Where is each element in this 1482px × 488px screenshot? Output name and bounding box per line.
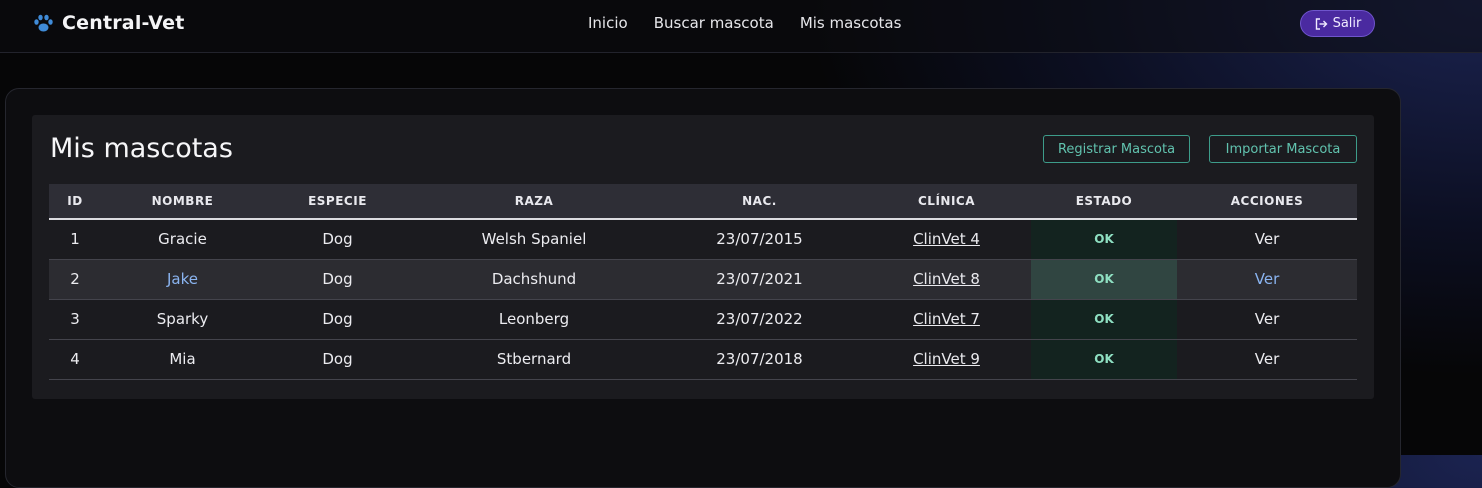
cell-actions: Ver xyxy=(1177,259,1357,300)
header-id: ID xyxy=(49,184,101,220)
nav-link-buscar-mascota[interactable]: Buscar mascota xyxy=(654,14,774,32)
view-button[interactable]: Ver xyxy=(1255,230,1280,248)
header-clinica: CLÍNICA xyxy=(862,184,1031,220)
header-nombre: NOMBRE xyxy=(101,184,264,220)
header-raza: RAZA xyxy=(411,184,657,220)
cell-breed: Leonberg xyxy=(411,299,657,340)
header-nac: NAC. xyxy=(657,184,862,220)
pets-table: ID NOMBRE ESPECIE RAZA NAC. CLÍNICA ESTA… xyxy=(49,184,1357,380)
status-badge: OK xyxy=(1031,219,1177,260)
cell-breed: Dachshund xyxy=(411,259,657,300)
table-row: 3 Sparky Dog Leonberg 23/07/2022 ClinVet… xyxy=(49,299,1357,340)
cell-clinic: ClinVet 4 xyxy=(862,219,1031,260)
cell-name: Mia xyxy=(101,339,264,380)
header-acciones: ACCIONES xyxy=(1177,184,1357,220)
cell-species: Dog xyxy=(264,339,411,380)
table-row: 4 Mia Dog Stbernard 23/07/2018 ClinVet 9… xyxy=(49,339,1357,380)
content-card: Mis mascotas Registrar Mascota Importar … xyxy=(5,88,1401,488)
cell-birth: 23/07/2018 xyxy=(657,339,862,380)
clinic-link[interactable]: ClinVet 4 xyxy=(913,230,980,248)
table-header-row: ID NOMBRE ESPECIE RAZA NAC. CLÍNICA ESTA… xyxy=(49,184,1357,220)
cell-actions: Ver xyxy=(1177,219,1357,260)
clinic-link[interactable]: ClinVet 7 xyxy=(913,310,980,328)
pets-panel: Mis mascotas Registrar Mascota Importar … xyxy=(32,115,1374,399)
cell-clinic: ClinVet 7 xyxy=(862,299,1031,340)
paw-icon xyxy=(31,11,55,35)
cell-id: 2 xyxy=(49,259,101,300)
cell-id: 3 xyxy=(49,299,101,340)
cell-breed: Stbernard xyxy=(411,339,657,380)
cell-clinic: ClinVet 8 xyxy=(862,259,1031,300)
status-badge: OK xyxy=(1031,339,1177,380)
view-button[interactable]: Ver xyxy=(1255,350,1280,368)
logout-icon xyxy=(1314,17,1328,31)
cell-clinic: ClinVet 9 xyxy=(862,339,1031,380)
table-row: 1 Gracie Dog Welsh Spaniel 23/07/2015 Cl… xyxy=(49,219,1357,260)
cell-species: Dog xyxy=(264,299,411,340)
cell-id: 4 xyxy=(49,339,101,380)
header-especie: ESPECIE xyxy=(264,184,411,220)
cell-breed: Welsh Spaniel xyxy=(411,219,657,260)
cell-species: Dog xyxy=(264,259,411,300)
import-pet-button[interactable]: Importar Mascota xyxy=(1209,135,1357,163)
logout-label: Salir xyxy=(1332,16,1362,31)
cell-id: 1 xyxy=(49,219,101,260)
logout-button[interactable]: Salir xyxy=(1300,10,1375,37)
cell-actions: Ver xyxy=(1177,339,1357,380)
cell-name: Jake xyxy=(101,259,264,300)
status-badge: OK xyxy=(1031,259,1177,300)
view-button[interactable]: Ver xyxy=(1255,310,1280,328)
page-title: Mis mascotas xyxy=(50,133,233,164)
clinic-link[interactable]: ClinVet 8 xyxy=(913,270,980,288)
view-button[interactable]: Ver xyxy=(1255,270,1280,288)
table-row: 2 Jake Dog Dachshund 23/07/2021 ClinVet … xyxy=(49,259,1357,300)
status-badge: OK xyxy=(1031,299,1177,340)
cell-species: Dog xyxy=(264,219,411,260)
cell-name: Sparky xyxy=(101,299,264,340)
cell-name: Gracie xyxy=(101,219,264,260)
brand[interactable]: Central-Vet xyxy=(31,11,184,35)
nav-link-mis-mascotas[interactable]: Mis mascotas xyxy=(800,14,902,32)
cell-actions: Ver xyxy=(1177,299,1357,340)
clinic-link[interactable]: ClinVet 9 xyxy=(913,350,980,368)
cell-birth: 23/07/2015 xyxy=(657,219,862,260)
brand-name: Central-Vet xyxy=(62,12,185,34)
nav-links: Inicio Buscar mascota Mis mascotas xyxy=(588,14,927,32)
register-pet-button[interactable]: Registrar Mascota xyxy=(1043,135,1190,163)
nav-link-inicio[interactable]: Inicio xyxy=(588,14,628,32)
header-estado: ESTADO xyxy=(1031,184,1177,220)
cell-birth: 23/07/2021 xyxy=(657,259,862,300)
cell-birth: 23/07/2022 xyxy=(657,299,862,340)
top-navbar: Central-Vet Inicio Buscar mascota Mis ma… xyxy=(0,0,1482,53)
